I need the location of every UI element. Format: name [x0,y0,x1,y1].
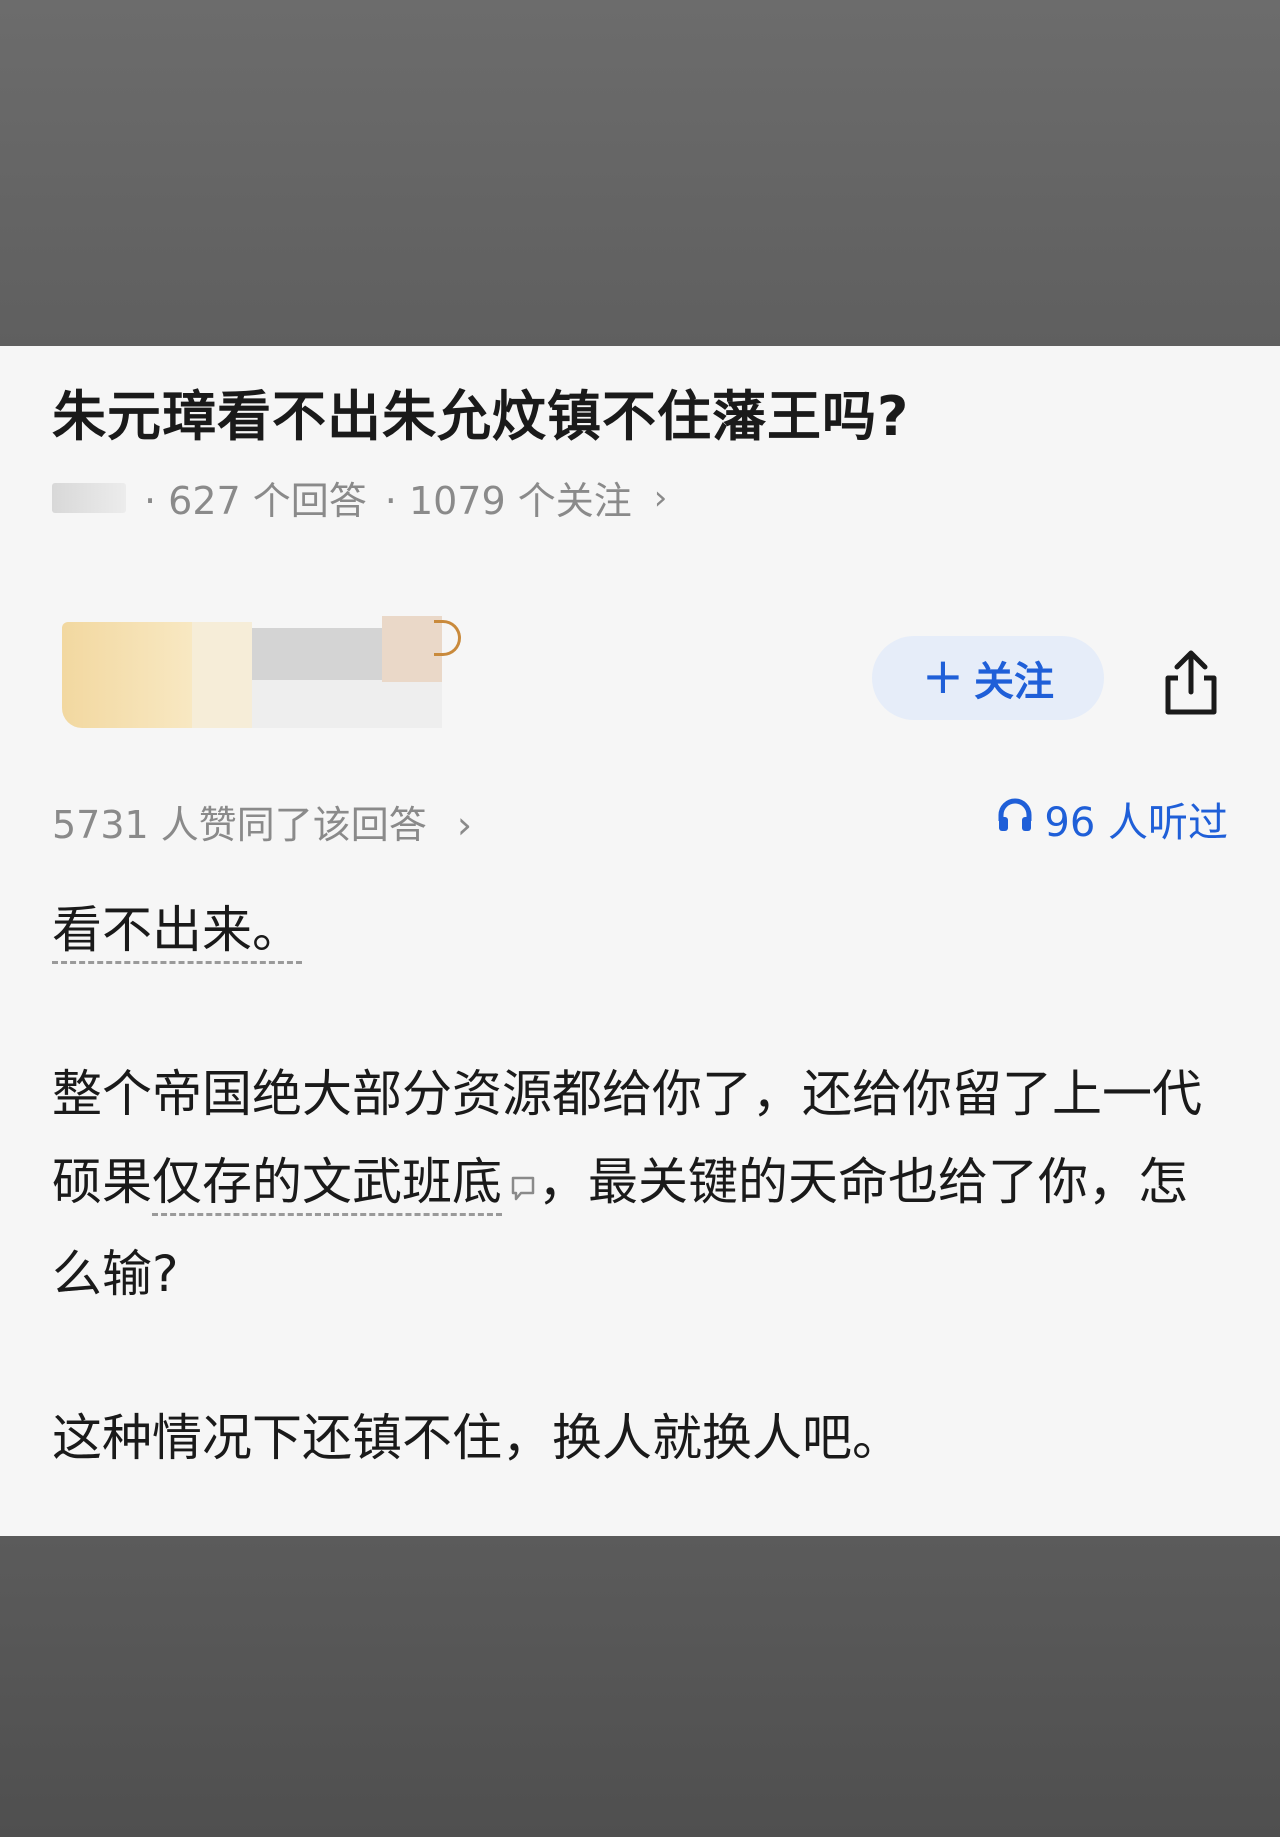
question-title[interactable]: 朱元璋看不出朱允炆镇不住藩王吗? [52,372,909,451]
comment-icon[interactable] [508,1142,538,1230]
likes-row[interactable]: 5731 人赞同了该回答 › [52,794,472,849]
bottom-background [0,1536,1280,1837]
author-blur-block [192,622,252,728]
answer-paragraph-1: 看不出来。 [52,886,1228,974]
likes-count: 5731 人赞同了该回答 [52,803,427,847]
listen-count: 96 人听过 [1044,800,1228,846]
answer-count: · 627 个回答 [144,479,367,523]
answer-paragraph-3: 这种情况下还镇不住，换人就换人吧。 [52,1409,902,1467]
avatar [62,622,192,728]
author-badge-blurred [382,616,442,682]
top-background [0,0,1280,346]
topic-blurred [52,482,126,513]
chevron-right-icon: › [653,477,668,518]
chevron-right-icon: › [456,803,473,847]
listen-row[interactable]: 96 人听过 [996,790,1228,848]
badge-ring [434,620,461,656]
plus-icon: + [922,647,964,705]
share-icon[interactable] [1160,648,1222,718]
follow-label: 关注 [973,659,1054,705]
author-info-blurred[interactable] [62,616,461,728]
highlighted-sentence[interactable]: 看不出来。 [52,901,302,964]
question-meta[interactable]: · 627 个回答 · 1079 个关注 › [52,470,667,525]
inline-link[interactable]: 仅存的文武班底 [152,1153,502,1216]
follower-count: · 1079 个关注 [384,479,632,523]
answer-paragraph-2: 整个帝国绝大部分资源都给你了，还给你留了上一代硕果仅存的文武班底 ，最关键的天命也… [52,1050,1228,1318]
answer-card: 朱元璋看不出朱允炆镇不住藩王吗? · 627 个回答 · 1079 个关注 › … [0,346,1280,1536]
answer-body: 看不出来。 整个帝国绝大部分资源都给你了，还给你留了上一代硕果仅存的文武班底 ，最… [52,886,1228,1482]
headphones-icon [996,795,1034,843]
author-headline-blurred [252,680,442,728]
follow-button[interactable]: + 关注 [872,636,1104,720]
